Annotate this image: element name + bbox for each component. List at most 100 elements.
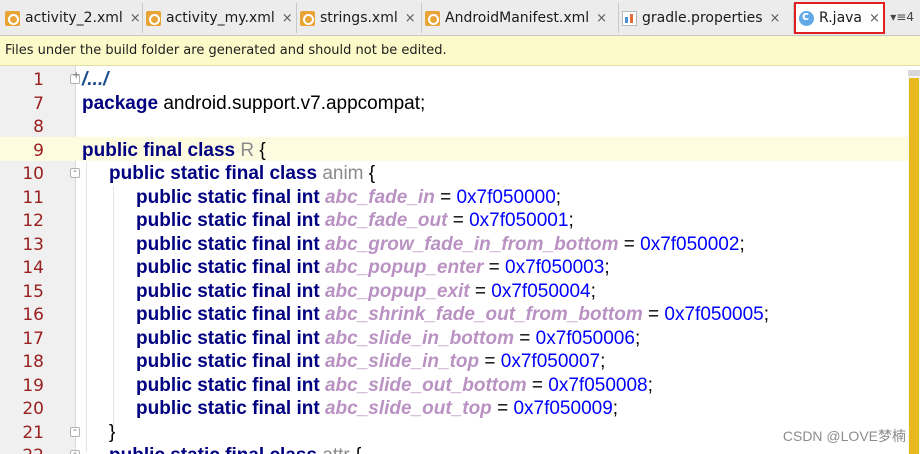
- java-class-icon: [799, 9, 814, 26]
- line-number: 19: [22, 375, 44, 396]
- operator: =: [526, 374, 549, 396]
- code-text: public static final int abc_fade_out = 0…: [136, 209, 574, 233]
- close-tab-icon[interactable]: ×: [130, 11, 141, 26]
- punctuation: ;: [647, 374, 653, 396]
- code-text: public static final int abc_popup_exit =…: [136, 280, 596, 304]
- keyword: public static final int: [136, 186, 325, 208]
- code-line[interactable]: 19 public static final int abc_slide_out_…: [0, 374, 920, 398]
- code-line[interactable]: 18 public static final int abc_slide_in_t…: [0, 350, 920, 374]
- operator: =: [447, 210, 470, 231]
- code-line[interactable]: 7 package android.support.v7.appcompat;: [0, 92, 920, 116]
- tab-label: strings.xml: [320, 10, 398, 26]
- line-number: 11: [22, 187, 44, 208]
- close-tab-icon[interactable]: ×: [770, 11, 781, 26]
- collapse-fold-icon[interactable]: [70, 164, 80, 178]
- code-text: public static final class anim {: [109, 162, 375, 186]
- tab-strings-xml[interactable]: strings.xml ×: [297, 3, 422, 33]
- code-line[interactable]: 9 public final class R {: [0, 139, 920, 163]
- tab-androidmanifest-xml[interactable]: AndroidManifest.xml ×: [422, 3, 619, 33]
- line-number: 15: [22, 281, 44, 302]
- code-text: package android.support.v7.appcompat;: [82, 92, 425, 116]
- close-tab-icon[interactable]: ×: [282, 11, 293, 26]
- operator: =: [618, 233, 641, 255]
- code-line[interactable]: 10 public static final class anim {: [0, 162, 920, 186]
- tab-label: gradle.properties: [642, 10, 763, 26]
- tab-label: activity_2.xml: [25, 10, 123, 26]
- field-name: abc_slide_out_bottom: [324, 374, 527, 396]
- punctuation: ;: [612, 398, 619, 419]
- field-name: abc_slide_in_top: [324, 351, 480, 372]
- hex-value: 0x7f050007: [500, 351, 601, 372]
- punctuation: ;: [568, 210, 574, 231]
- tab-activity-2-xml[interactable]: activity_2.xml ×: [2, 3, 143, 33]
- keyword: public static final int: [136, 327, 325, 349]
- tab-overflow-menu-icon[interactable]: ▾≡4: [890, 10, 914, 24]
- hex-value: 0x7f050005: [664, 304, 764, 325]
- operator: =: [434, 186, 457, 208]
- hex-value: 0x7f050003: [505, 257, 605, 278]
- code-editor[interactable]: 1 /.../ 7 package android.support.v7.appcom…: [0, 66, 920, 454]
- field-name: abc_slide_out_top: [324, 398, 492, 419]
- keyword: public static final int: [136, 233, 325, 255]
- line-number: 9: [33, 140, 44, 161]
- class-name: attr: [322, 445, 349, 454]
- line-number: 1: [33, 70, 44, 90]
- code-text: public static final int abc_grow_fade_in…: [136, 233, 745, 257]
- code-line[interactable]: 12 public static final int abc_fade_out =…: [0, 209, 920, 233]
- code-line[interactable]: 15 public static final int abc_popup_exit…: [0, 280, 920, 304]
- keyword: public static final int: [136, 398, 325, 419]
- code-text: public static final int abc_slide_in_top…: [136, 350, 605, 374]
- hex-value: 0x7f050002: [640, 233, 740, 255]
- hex-value: 0x7f050000: [456, 186, 556, 208]
- close-tab-icon[interactable]: ×: [869, 11, 880, 26]
- code-line[interactable]: 11 public static final int abc_fade_in = …: [0, 186, 920, 210]
- class-name: anim: [322, 163, 364, 184]
- watermark: CSDN @LOVE梦楠: [782, 428, 906, 444]
- field-name: abc_popup_exit: [324, 280, 470, 302]
- code-text: public final class R {: [82, 139, 266, 163]
- code-text: /.../: [82, 68, 108, 92]
- code-line[interactable]: 14 public static final int abc_popup_ente…: [0, 256, 920, 280]
- code-text: public static final int abc_fade_in = 0x…: [136, 186, 561, 210]
- code-line[interactable]: 20 public static final int abc_slide_out_…: [0, 397, 920, 421]
- field-name: abc_shrink_fade_out_from_bottom: [324, 304, 643, 325]
- expand-fold-icon[interactable]: [70, 70, 80, 84]
- collapse-fold-icon[interactable]: [70, 446, 80, 454]
- punctuation: ;: [600, 351, 606, 372]
- keyword: public final class: [82, 139, 236, 161]
- xml-file-icon: [300, 10, 315, 26]
- code-line[interactable]: 1 /.../: [0, 68, 920, 92]
- code-text: public static final int abc_slide_out_to…: [136, 397, 618, 421]
- xml-file-icon: [5, 10, 20, 26]
- tab-activity-my-xml[interactable]: activity_my.xml ×: [143, 3, 297, 33]
- line-number: 12: [22, 211, 44, 231]
- punctuation: ;: [590, 280, 596, 302]
- operator: =: [642, 304, 665, 325]
- line-number: 13: [22, 234, 44, 255]
- tab-gradle-properties[interactable]: gradle.properties ×: [619, 3, 794, 33]
- close-tab-icon[interactable]: ×: [596, 11, 607, 26]
- code-rest: {: [363, 163, 376, 184]
- scrollbar-thumb[interactable]: [909, 78, 919, 454]
- folded-import-region: /.../: [82, 69, 109, 90]
- line-number: 22: [0, 444, 44, 454]
- collapse-fold-icon[interactable]: [70, 423, 80, 437]
- vertical-scrollbar[interactable]: [908, 70, 920, 454]
- keyword: public static final int: [136, 257, 325, 278]
- keyword: public static final int: [136, 210, 325, 231]
- code-line[interactable]: 13 public static final int abc_grow_fade_…: [0, 233, 920, 257]
- code-line[interactable]: 17 public static final int abc_slide_in_b…: [0, 327, 920, 351]
- code-text: public static final int abc_slide_in_bot…: [136, 327, 640, 351]
- xml-file-icon: [146, 10, 161, 26]
- code-text: }: [109, 421, 115, 445]
- code-line[interactable]: 16 public static final int abc_shrink_fad…: [0, 303, 920, 327]
- hex-value: 0x7f050009: [513, 398, 613, 419]
- punctuation: ;: [634, 327, 641, 349]
- code-line[interactable]: 8: [0, 115, 920, 139]
- close-tab-icon[interactable]: ×: [405, 11, 416, 26]
- keyword: public static final int: [136, 374, 325, 396]
- keyword: public static final int: [136, 351, 325, 372]
- code-rest: {: [254, 139, 266, 161]
- tab-r-java[interactable]: R.java ×: [794, 2, 885, 34]
- code-rest: {: [350, 445, 361, 454]
